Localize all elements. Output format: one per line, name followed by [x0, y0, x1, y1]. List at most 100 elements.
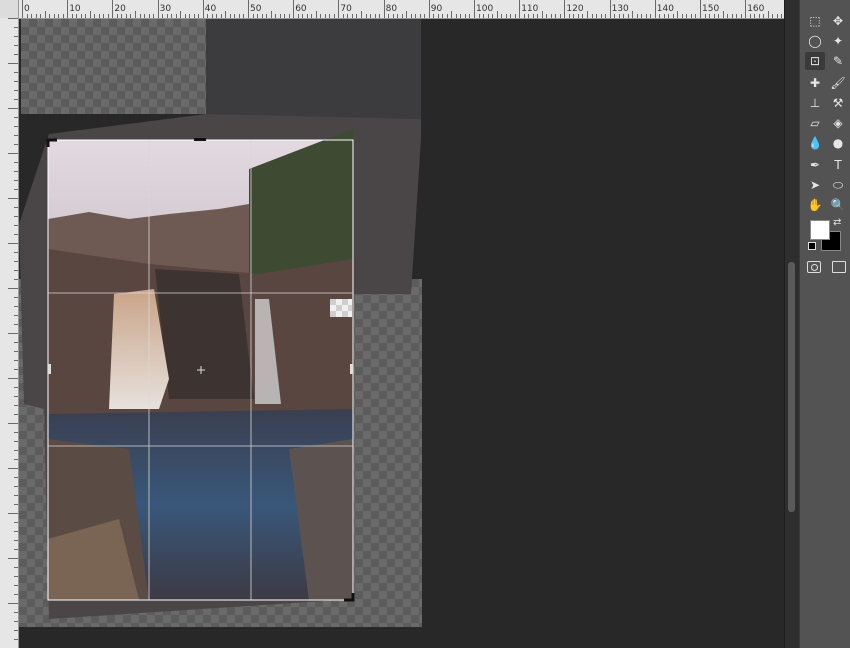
crop-tool-icon[interactable]: ⊡ [805, 52, 825, 70]
ruler-minor-tick [162, 14, 164, 18]
ruler-label: 100 [476, 4, 494, 14]
brush-tool-icon[interactable]: 🖌 [828, 74, 848, 92]
ruler-minor-tick [14, 351, 18, 352]
ruler-minor-tick [645, 14, 647, 18]
ruler-minor-tick [695, 14, 697, 18]
ruler-minor-tick [8, 603, 18, 604]
eyedropper-tool-icon[interactable]: ✎ [828, 52, 848, 70]
marquee-tool-icon[interactable]: ⬚ [805, 12, 825, 30]
ruler-minor-tick [238, 14, 240, 18]
ruler-minor-tick [14, 360, 18, 361]
ruler-minor-tick [537, 14, 539, 18]
screen-mode-icon[interactable] [832, 261, 846, 273]
ruler-minor-tick [306, 14, 308, 18]
dodge-tool-icon[interactable]: ● [828, 134, 848, 152]
horizontal-ruler[interactable]: 0 10 20 30 40 50 60 70 80 90 100 110 120 130 140 150 160 [0, 0, 787, 19]
ruler-label: 40 [204, 4, 217, 14]
ruler-minor-tick [297, 14, 299, 18]
ruler-minor-tick [14, 549, 18, 550]
ruler-minor-tick [8, 243, 18, 244]
ruler-minor-tick [14, 477, 18, 478]
ruler-minor-tick [8, 63, 18, 64]
history-brush-tool-icon[interactable]: ⚒ [828, 94, 848, 112]
ruler-minor-tick [460, 14, 462, 18]
ruler-tick [383, 0, 385, 18]
ruler-minor-tick [577, 14, 579, 18]
ruler-label: 160 [747, 4, 765, 14]
ruler-minor-tick [722, 11, 724, 18]
ruler-minor-tick [374, 14, 376, 18]
ruler-minor-tick [94, 14, 96, 18]
ruler-label: 30 [159, 4, 172, 14]
type-tool-icon[interactable]: T [828, 156, 848, 174]
ruler-minor-tick [315, 11, 317, 18]
ruler-tick [564, 0, 566, 18]
ruler-minor-tick [40, 14, 42, 18]
ruler-minor-tick [523, 14, 525, 18]
ruler-minor-tick [89, 11, 91, 18]
pen-tool-icon[interactable]: ✒ [805, 156, 825, 174]
ruler-minor-tick [415, 14, 417, 18]
ruler-minor-tick [370, 14, 372, 18]
ruler-minor-tick [510, 14, 512, 18]
ruler-minor-tick [14, 297, 18, 298]
ruler-minor-tick [14, 279, 18, 280]
ruler-minor-tick [125, 14, 127, 18]
ruler-tick [157, 0, 159, 18]
ruler-tick [428, 0, 430, 18]
vertical-scrollbar[interactable] [784, 0, 799, 648]
ruler-minor-tick [14, 216, 18, 217]
panorama-image [19, 19, 421, 619]
ruler-minor-tick [758, 14, 760, 18]
ruler-minor-tick [14, 387, 18, 388]
ruler-minor-tick [261, 14, 263, 18]
ruler-label: 130 [611, 4, 629, 14]
ruler-minor-tick [14, 144, 18, 145]
quick-mask-icon[interactable] [807, 261, 821, 273]
ruler-minor-tick [62, 14, 64, 18]
ruler-minor-tick [252, 14, 254, 18]
ruler-minor-tick [356, 14, 358, 18]
ruler-minor-tick [763, 14, 765, 18]
swap-colors-icon[interactable]: ⇄ [833, 217, 841, 228]
path-selection-tool-icon[interactable]: ➤ [805, 176, 825, 194]
ruler-tick [112, 0, 114, 18]
ruler-label: 80 [385, 4, 398, 14]
lasso-tool-icon[interactable]: ◯ [805, 32, 825, 50]
foreground-color-swatch[interactable] [810, 220, 830, 240]
zoom-tool-icon[interactable]: 🔍 [828, 196, 848, 214]
ruler-minor-tick [14, 432, 18, 433]
ruler-minor-tick [234, 14, 236, 18]
ruler-minor-tick [14, 576, 18, 577]
eraser-tool-icon[interactable]: ▱ [805, 114, 825, 132]
ruler-minor-tick [14, 585, 18, 586]
ruler-origin[interactable] [0, 0, 19, 18]
ruler-minor-tick [361, 11, 362, 18]
vertical-ruler[interactable] [0, 18, 19, 648]
ruler-minor-tick [464, 14, 466, 18]
ruler-minor-tick [14, 99, 18, 100]
healing-brush-tool-icon[interactable]: ✚ [805, 74, 825, 92]
ruler-minor-tick [35, 14, 37, 18]
move-tool-icon[interactable]: ✥ [828, 12, 848, 30]
ruler-minor-tick [31, 14, 33, 18]
paint-bucket-tool-icon[interactable]: ◈ [828, 114, 848, 132]
ellipse-tool-icon[interactable]: ⬭ [828, 176, 848, 194]
ruler-minor-tick [166, 14, 168, 18]
ruler-minor-tick [153, 14, 155, 18]
ruler-minor-tick [103, 14, 105, 18]
hand-tool-icon[interactable]: ✋ [805, 196, 825, 214]
document-canvas[interactable] [19, 19, 784, 648]
ruler-minor-tick [8, 378, 18, 379]
ruler-minor-tick [424, 14, 426, 18]
default-colors-icon[interactable] [808, 242, 816, 250]
clone-stamp-tool-icon[interactable]: ⊥ [805, 94, 825, 112]
blur-tool-icon[interactable]: 💧 [805, 134, 825, 152]
ruler-label: 10 [69, 4, 81, 14]
ruler-tick [519, 0, 521, 18]
magic-wand-tool-icon[interactable]: ✦ [828, 32, 848, 50]
ruler-minor-tick [207, 14, 209, 18]
ruler-minor-tick [410, 14, 412, 18]
scrollbar-thumb[interactable] [788, 262, 795, 512]
ruler-minor-tick [419, 14, 421, 18]
